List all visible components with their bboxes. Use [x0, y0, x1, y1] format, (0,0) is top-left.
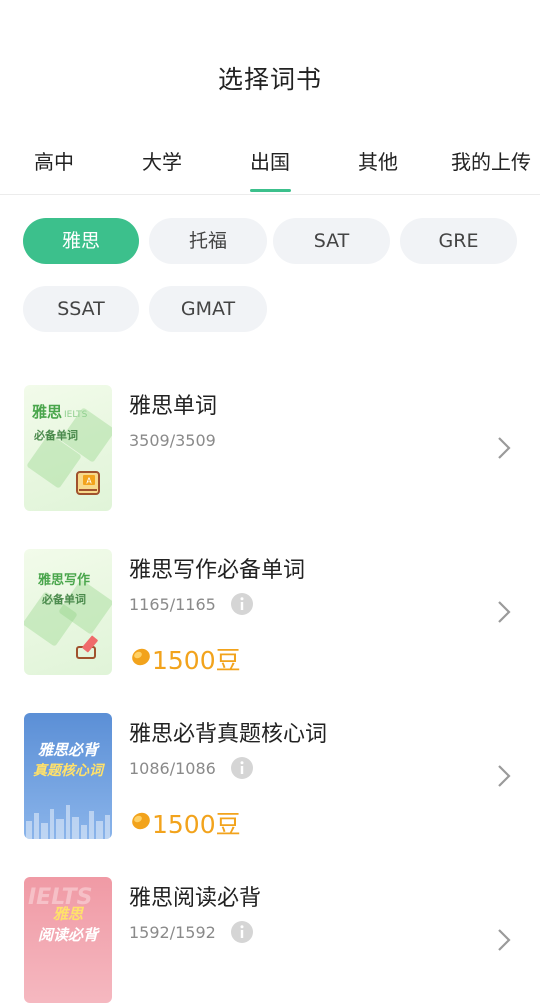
book-icon: A [76, 471, 100, 495]
chevron-right-icon [498, 601, 511, 623]
word-count: 1086/1086 [129, 759, 216, 778]
chip-toefl[interactable]: 托福 [149, 218, 267, 264]
book-cover: 雅思写作 必备单词 [24, 549, 112, 675]
bean-coin-icon [132, 812, 150, 830]
info-icon[interactable] [230, 756, 254, 780]
book-item[interactable]: 雅思 IELTS 必备单词 A 雅思单词 3509/3509 [0, 385, 540, 515]
category-tabs: 高中 大学 出国 其他 我的上传 [0, 140, 540, 195]
info-icon[interactable] [230, 920, 254, 944]
tab-other[interactable]: 其他 [324, 146, 432, 175]
price-text: 1500豆 [152, 810, 241, 839]
book-cover: 雅思 IELTS 必备单词 A [24, 385, 112, 511]
book-cover: IELTS 雅思 阅读必背 [24, 877, 112, 1003]
tab-high-school[interactable]: 高中 [0, 146, 108, 175]
book-title: 雅思必背真题核心词 [129, 722, 328, 747]
book-title: 雅思单词 [129, 394, 218, 419]
book-item[interactable]: 雅思必背 真题核心词 雅思必背真题核心词 1086/1086 1500豆 [0, 713, 540, 843]
chip-ssat[interactable]: SSAT [23, 286, 139, 332]
cover-caption: 必备单词 [34, 429, 78, 442]
cover-caption: 真题核心词 [33, 763, 103, 779]
city-skyline-image [26, 805, 110, 839]
book-cover: 雅思必背 真题核心词 [24, 713, 112, 839]
chevron-right-icon [498, 437, 511, 459]
word-count: 1165/1165 [129, 595, 216, 614]
tab-active-indicator [250, 189, 291, 192]
pencil-icon [76, 635, 98, 659]
svg-text:A: A [86, 477, 92, 486]
tab-my-uploads[interactable]: 我的上传 [436, 146, 540, 175]
cover-title: 雅思写作 [38, 573, 91, 588]
word-count: 3509/3509 [129, 431, 216, 450]
chip-gmat[interactable]: GMAT [149, 286, 267, 332]
page-title: 选择词书 [217, 65, 322, 94]
cover-caption: 必备单词 [42, 593, 86, 606]
word-count: 1592/1592 [129, 923, 216, 942]
chevron-right-icon [498, 929, 511, 951]
cover-title: 雅思 [52, 905, 83, 923]
book-title: 雅思写作必备单词 [129, 558, 306, 583]
book-title: 雅思阅读必背 [129, 886, 262, 911]
tab-university[interactable]: 大学 [108, 146, 216, 175]
book-item[interactable]: IELTS 雅思 阅读必背 雅思阅读必背 1592/1592 [0, 877, 540, 1007]
chip-gre[interactable]: GRE [400, 218, 517, 264]
chip-ielts[interactable]: 雅思 [23, 218, 139, 264]
chevron-right-icon [498, 765, 511, 787]
tab-study-abroad[interactable]: 出国 [216, 146, 324, 175]
cover-title: 雅思 [32, 403, 63, 421]
cover-title: 雅思必背 [37, 741, 98, 759]
price-text: 1500豆 [152, 646, 241, 675]
cover-subtitle: IELTS [64, 410, 88, 420]
cover-caption: 阅读必背 [37, 926, 98, 944]
bean-coin-icon [132, 648, 150, 666]
info-icon[interactable] [230, 592, 254, 616]
book-item[interactable]: 雅思写作 必备单词 雅思写作必备单词 1165/1165 1500豆 [0, 549, 540, 679]
chip-sat[interactable]: SAT [273, 218, 390, 264]
